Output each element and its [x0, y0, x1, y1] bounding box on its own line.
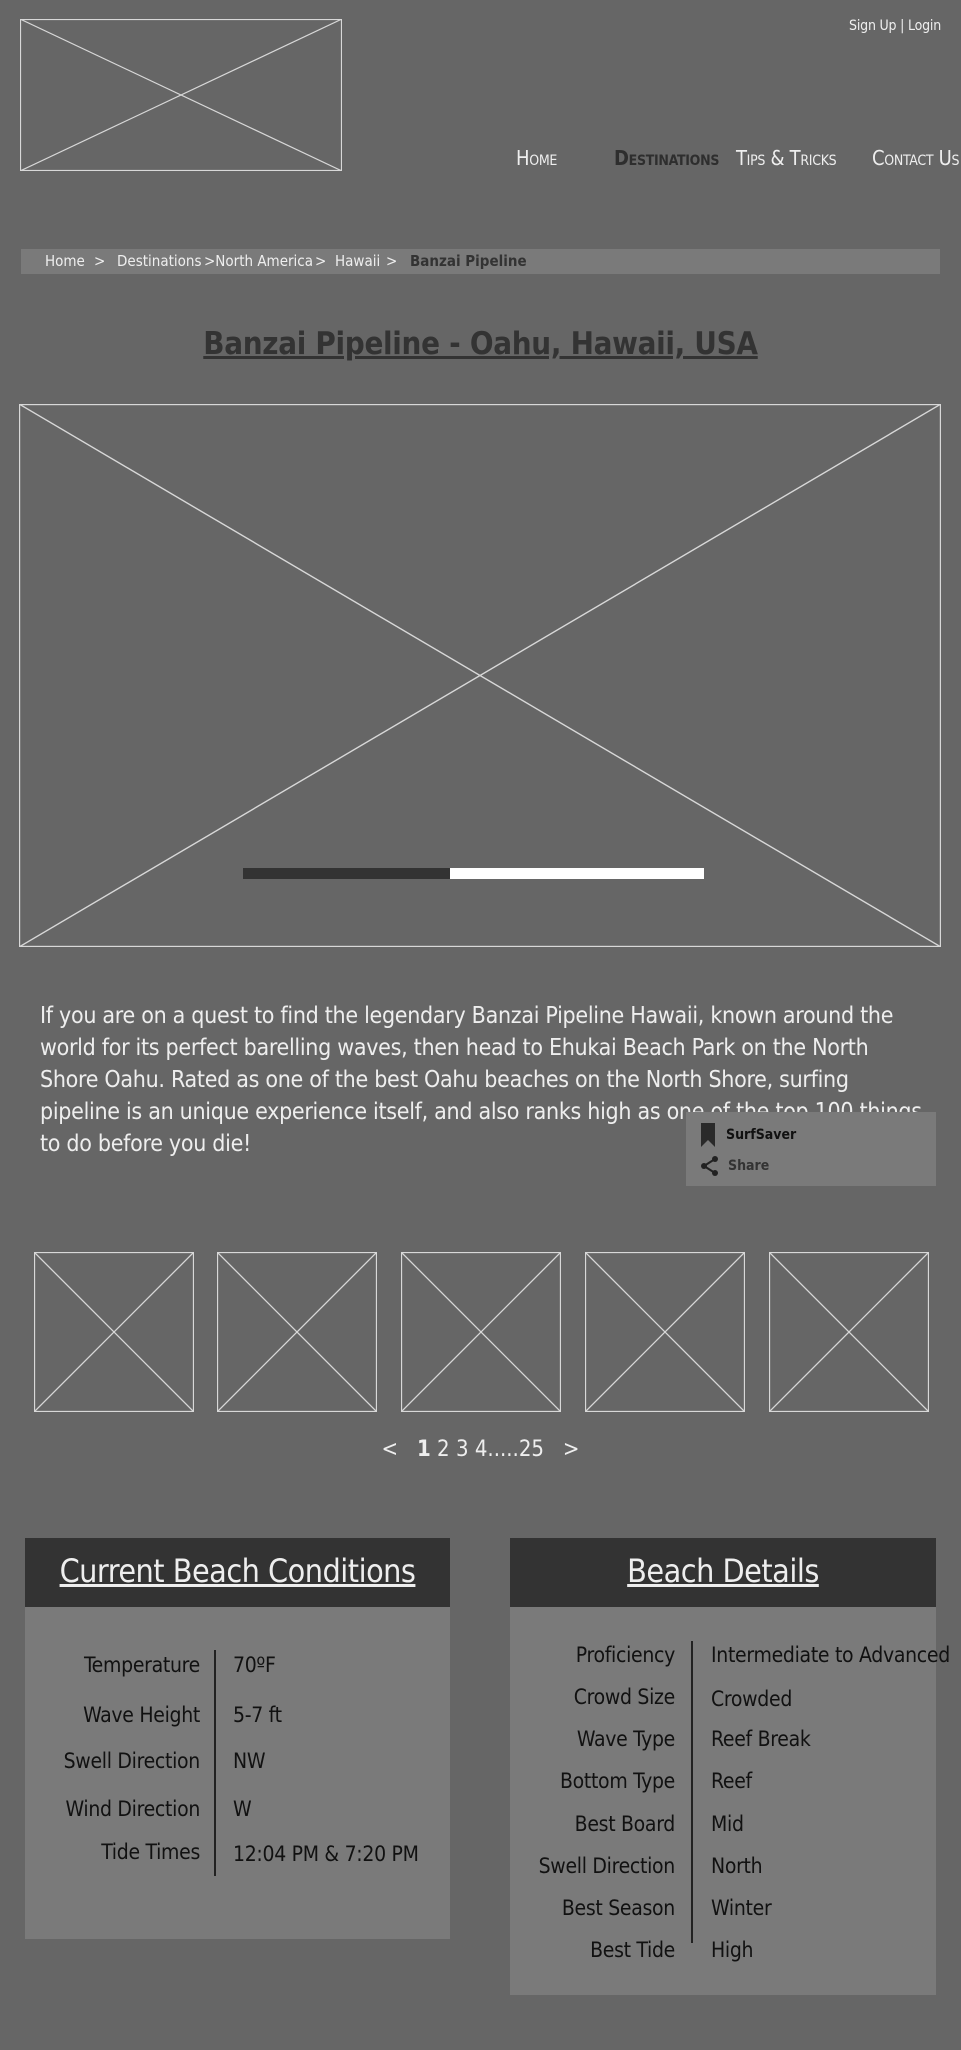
nav-tips-tricks[interactable]: Tips & Tricks	[736, 146, 837, 170]
hero-image-graphic	[19, 404, 941, 947]
prev-page-button[interactable]: <	[382, 1437, 399, 1462]
page-link[interactable]: 2	[437, 1437, 450, 1462]
breadcrumb-hawaii[interactable]: Hawaii	[335, 252, 380, 270]
detail-label: Wave Type	[576, 1727, 675, 1751]
slideshow-progress-filled	[243, 868, 450, 879]
page-current[interactable]: 1	[417, 1437, 431, 1462]
thumbnail-placeholder-graphic	[585, 1252, 745, 1412]
detail-value: Mid	[711, 1812, 744, 1836]
condition-label: Wave Height	[83, 1703, 200, 1727]
surfsaver-label: SurfSaver	[726, 1127, 797, 1143]
detail-label: Bottom Type	[559, 1769, 675, 1793]
thumbnail-placeholder-graphic	[769, 1252, 929, 1412]
pagination: < 1 2 3 4.....25 >	[0, 1437, 961, 1462]
condition-label: Wind Direction	[65, 1797, 200, 1821]
page-link-last[interactable]: 25	[519, 1437, 544, 1462]
thumbnail[interactable]	[401, 1252, 561, 1412]
auth-links: Sign Up | Login	[849, 18, 941, 34]
signup-link[interactable]: Sign Up	[849, 18, 897, 34]
detail-label: Proficiency	[575, 1643, 676, 1667]
detail-value: Crowded	[711, 1687, 793, 1711]
detail-value: High	[711, 1938, 754, 1962]
thumbnail-placeholder-graphic	[217, 1252, 377, 1412]
auth-separator: |	[900, 18, 905, 34]
condition-value: 70ºF	[233, 1653, 276, 1677]
details-panel: Beach Details Proficiency Intermediate t…	[510, 1538, 950, 1995]
detail-value: Reef	[711, 1769, 752, 1793]
hero-image-placeholder[interactable]	[19, 404, 941, 947]
detail-label: Best Board	[574, 1812, 676, 1836]
condition-value: NW	[233, 1749, 266, 1773]
detail-label: Crowd Size	[573, 1685, 676, 1709]
condition-label: Tide Times	[101, 1840, 200, 1864]
details-title: Beach Details	[627, 1552, 819, 1590]
breadcrumb-separator: >	[315, 252, 327, 270]
breadcrumb-separator: >	[386, 252, 398, 270]
action-box: SurfSaver Share	[686, 1112, 936, 1186]
nav-home[interactable]: Home	[516, 146, 557, 170]
share-button[interactable]: Share	[700, 1156, 769, 1176]
thumbnail[interactable]	[34, 1252, 194, 1412]
thumbnail-placeholder-graphic	[401, 1252, 561, 1412]
thumbnail[interactable]	[769, 1252, 929, 1412]
login-link[interactable]: Login	[908, 18, 941, 34]
breadcrumb-current: Banzai Pipeline	[410, 252, 527, 270]
page-title: Banzai Pipeline - Oahu, Hawaii, USA	[203, 326, 758, 362]
share-label: Share	[728, 1158, 770, 1174]
detail-label: Swell Direction	[538, 1854, 676, 1878]
condition-value: 5-7 ft	[233, 1703, 282, 1727]
logo-placeholder-graphic	[20, 19, 342, 171]
surfsaver-button[interactable]: SurfSaver	[700, 1122, 796, 1148]
condition-value: W	[233, 1797, 252, 1821]
table-divider	[214, 1650, 216, 1876]
detail-value: Reef Break	[711, 1727, 811, 1751]
conditions-panel: Current Beach Conditions Temperature 70º…	[25, 1538, 450, 1939]
breadcrumb: Home > Destinations >North America > Haw…	[21, 249, 940, 274]
logo-placeholder[interactable]	[20, 19, 342, 171]
detail-value: Intermediate to Advanced	[711, 1643, 950, 1667]
breadcrumb-north-america[interactable]: >North America	[204, 252, 313, 270]
conditions-panel-header: Current Beach Conditions	[25, 1538, 450, 1607]
pagination-ellipsis: .....	[487, 1437, 519, 1462]
breadcrumb-separator: >	[94, 252, 106, 270]
detail-value: North	[711, 1854, 763, 1878]
next-page-button[interactable]: >	[563, 1437, 580, 1462]
detail-label: Best Season	[561, 1896, 675, 1920]
detail-label: Best Tide	[590, 1938, 675, 1962]
breadcrumb-home[interactable]: Home	[45, 252, 85, 270]
share-icon	[701, 1156, 718, 1176]
condition-value: 12:04 PM & 7:20 PM	[233, 1842, 419, 1866]
details-panel-header: Beach Details	[510, 1538, 936, 1607]
bookmark-icon	[701, 1123, 715, 1147]
page-link[interactable]: 4	[475, 1437, 488, 1462]
nav-destinations[interactable]: Destinations	[614, 146, 719, 170]
thumbnail[interactable]	[217, 1252, 377, 1412]
breadcrumb-destinations[interactable]: Destinations	[117, 252, 201, 270]
table-divider	[691, 1641, 693, 1943]
conditions-title: Current Beach Conditions	[59, 1552, 416, 1590]
slideshow-progress-track[interactable]	[450, 868, 704, 879]
detail-value: Winter	[711, 1896, 772, 1920]
condition-label: Swell Direction	[63, 1749, 201, 1773]
condition-label: Temperature	[84, 1653, 200, 1677]
nav-contact-us[interactable]: Contact Us	[872, 146, 960, 170]
thumbnail-placeholder-graphic	[34, 1252, 194, 1412]
page-link[interactable]: 3	[456, 1437, 469, 1462]
thumbnail[interactable]	[585, 1252, 745, 1412]
